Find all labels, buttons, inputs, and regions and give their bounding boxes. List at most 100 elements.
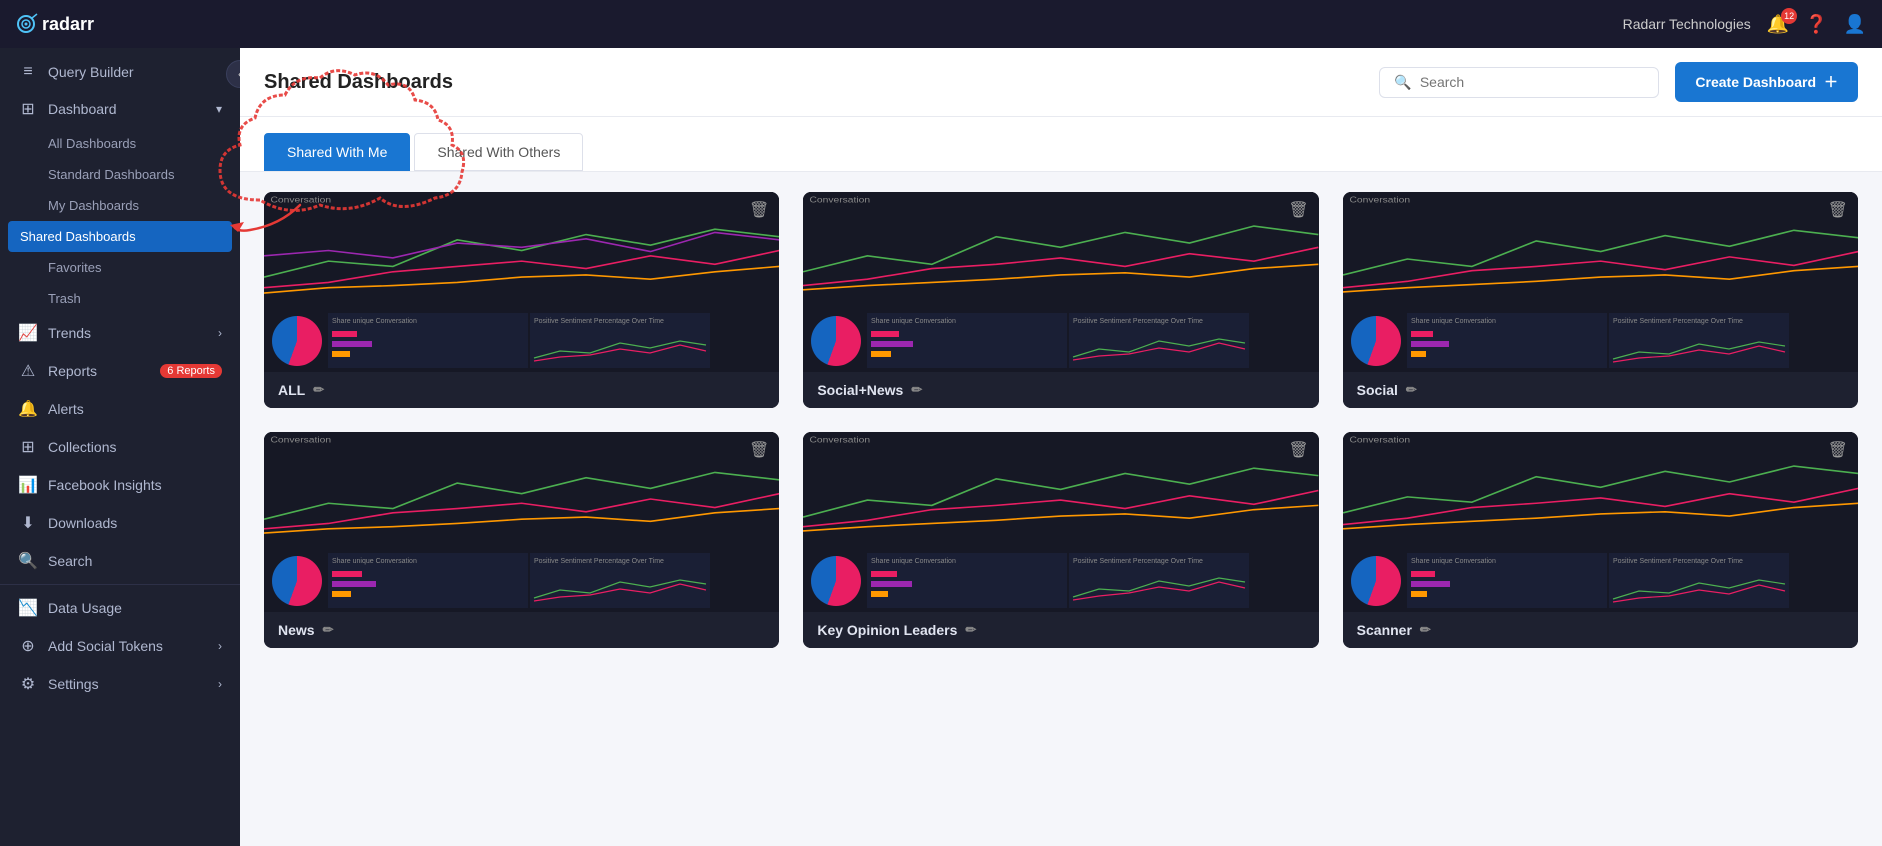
card-delete-news[interactable]: 🗑 xyxy=(749,440,769,460)
collections-icon: ⊞ xyxy=(18,437,38,457)
my-dashboards-label: My Dashboards xyxy=(48,198,139,213)
mini-bar-svg2-kol: Positive Sentiment Percentage Over Time xyxy=(1069,553,1249,608)
sidebar-sub-item-shared-dashboards[interactable]: Shared Dashboards xyxy=(8,221,232,252)
chart-lines-kol: Conversation xyxy=(803,432,1318,549)
sidebar: ‹ ≡ Query Builder ⊞ Dashboard ▾ All Dash… xyxy=(0,48,240,846)
edit-icon-news[interactable]: ✏ xyxy=(323,622,334,638)
dashboard-card-social-news[interactable]: 🗑 Conversation Share un xyxy=(803,192,1318,408)
add-social-tokens-arrow: › xyxy=(218,639,222,653)
sidebar-item-downloads[interactable]: ⬇ Downloads xyxy=(0,504,240,542)
edit-icon-social[interactable]: ✏ xyxy=(1406,382,1417,398)
layout: ‹ ≡ Query Builder ⊞ Dashboard ▾ All Dash… xyxy=(0,48,1882,846)
edit-icon-scanner[interactable]: ✏ xyxy=(1420,622,1431,638)
sidebar-item-reports[interactable]: ⚠ Reports 6 Reports xyxy=(0,352,240,390)
dashboard-arrow: ▾ xyxy=(216,102,222,116)
sidebar-item-trends[interactable]: 📈 Trends › xyxy=(0,314,240,352)
mini-bar-svg-social-news: Share unique Conversation xyxy=(867,313,1067,368)
sidebar-sub-item-all-dashboards[interactable]: All Dashboards xyxy=(0,128,240,159)
mini-pie-kol xyxy=(811,556,861,606)
standard-dashboards-label: Standard Dashboards xyxy=(48,167,174,182)
dashboard-card-scanner[interactable]: 🗑 Conversation Share un xyxy=(1343,432,1858,648)
chart-lines-scanner: Conversation xyxy=(1343,432,1858,549)
dashboard-card-kol[interactable]: 🗑 Conversation Share un xyxy=(803,432,1318,648)
card-label-scanner: Scanner ✏ xyxy=(1343,612,1858,648)
card-delete-kol[interactable]: 🗑 xyxy=(1288,440,1308,460)
card-label-social: Social ✏ xyxy=(1343,372,1858,408)
card-thumb-news: 🗑 Conversation Share un xyxy=(264,432,779,612)
mini-bar-svg2-all: Positive Sentiment Percentage Over Time xyxy=(530,313,710,368)
page-title: Shared Dashboards xyxy=(264,71,453,94)
dashboard-card-social[interactable]: 🗑 Conversation Share un xyxy=(1343,192,1858,408)
card-delete-scanner[interactable]: 🗑 xyxy=(1828,440,1848,460)
sidebar-item-label-data-usage: Data Usage xyxy=(48,600,122,616)
card-delete-social[interactable]: 🗑 xyxy=(1828,200,1848,220)
notification-badge: 12 xyxy=(1781,8,1797,24)
mini-pie-social-news xyxy=(811,316,861,366)
edit-icon-all[interactable]: ✏ xyxy=(313,382,324,398)
mini-pie-social xyxy=(1351,316,1401,366)
sidebar-sub-item-favorites[interactable]: Favorites xyxy=(0,252,240,283)
svg-text:Positive Sentiment Percentage: Positive Sentiment Percentage Over Time xyxy=(1073,558,1203,565)
dashboard-card-all[interactable]: 🗑 Conversation xyxy=(264,192,779,408)
svg-text:Positive Sentiment Percentage: Positive Sentiment Percentage Over Time xyxy=(1613,558,1743,565)
sidebar-sub-item-trash[interactable]: Trash xyxy=(0,283,240,314)
sidebar-item-alerts[interactable]: 🔔 Alerts xyxy=(0,390,240,428)
search-box[interactable]: 🔍 xyxy=(1379,67,1659,98)
svg-text:Share unique Conversation: Share unique Conversation xyxy=(332,558,417,565)
svg-text:Positive Sentiment Percentage: Positive Sentiment Percentage Over Time xyxy=(1613,318,1743,325)
tab-shared-with-me[interactable]: Shared With Me xyxy=(264,133,410,171)
tab-shared-with-others[interactable]: Shared With Others xyxy=(414,133,583,171)
edit-icon-social-news[interactable]: ✏ xyxy=(911,382,922,398)
card-title-social: Social xyxy=(1357,382,1398,398)
sidebar-item-label-query-builder: Query Builder xyxy=(48,64,134,80)
facebook-insights-icon: 📊 xyxy=(18,475,38,495)
query-builder-icon: ≡ xyxy=(18,63,38,81)
sidebar-item-label-reports: Reports xyxy=(48,363,97,379)
mini-bar-svg2-scanner: Positive Sentiment Percentage Over Time xyxy=(1609,553,1789,608)
sidebar-item-label-add-social-tokens: Add Social Tokens xyxy=(48,638,163,654)
svg-text:Share unique Conversation: Share unique Conversation xyxy=(1411,318,1496,325)
sidebar-item-facebook-insights[interactable]: 📊 Facebook Insights xyxy=(0,466,240,504)
notifications-icon[interactable]: 🔔 12 xyxy=(1767,14,1789,35)
search-nav-icon: 🔍 xyxy=(18,551,38,571)
edit-icon-kol[interactable]: ✏ xyxy=(965,622,976,638)
svg-text:radarr: radarr xyxy=(42,14,94,34)
main-header: Shared Dashboards 🔍 Create Dashboard ＋ xyxy=(240,48,1882,117)
settings-icon: ⚙ xyxy=(18,674,38,694)
sidebar-sub-item-standard-dashboards[interactable]: Standard Dashboards xyxy=(0,159,240,190)
sidebar-item-query-builder[interactable]: ≡ Query Builder xyxy=(0,54,240,90)
sidebar-item-add-social-tokens[interactable]: ⊕ Add Social Tokens › xyxy=(0,627,240,665)
trends-icon: 📈 xyxy=(18,323,38,343)
grid-area: 🗑 Conversation xyxy=(240,172,1882,846)
sidebar-item-search[interactable]: 🔍 Search xyxy=(0,542,240,580)
sidebar-item-label-collections: Collections xyxy=(48,439,116,455)
create-dashboard-label: Create Dashboard xyxy=(1695,74,1816,90)
dashboard-card-news[interactable]: 🗑 Conversation Share un xyxy=(264,432,779,648)
chart-lines-social: Conversation xyxy=(1343,192,1858,309)
sidebar-item-label-settings: Settings xyxy=(48,676,99,692)
sidebar-item-collections[interactable]: ⊞ Collections xyxy=(0,428,240,466)
card-title-scanner: Scanner xyxy=(1357,622,1412,638)
user-avatar[interactable]: 👤 xyxy=(1844,14,1866,35)
card-thumb-all: 🗑 Conversation xyxy=(264,192,779,372)
sidebar-item-settings[interactable]: ⚙ Settings › xyxy=(0,665,240,703)
reports-icon: ⚠ xyxy=(18,361,38,381)
chart-lines-news: Conversation xyxy=(264,432,779,549)
tab-bar: Shared With Me Shared With Others xyxy=(240,117,1882,172)
card-delete-social-news[interactable]: 🗑 xyxy=(1288,200,1308,220)
favorites-label: Favorites xyxy=(48,260,101,275)
svg-text:Conversation: Conversation xyxy=(1349,195,1410,205)
sidebar-item-dashboard[interactable]: ⊞ Dashboard ▾ xyxy=(0,90,240,128)
alerts-icon: 🔔 xyxy=(18,399,38,419)
sidebar-sub-item-my-dashboards[interactable]: My Dashboards xyxy=(0,190,240,221)
search-input[interactable] xyxy=(1420,74,1645,90)
card-delete-all[interactable]: 🗑 xyxy=(749,200,769,220)
svg-text:Positive Sentiment Percentage: Positive Sentiment Percentage Over Time xyxy=(1073,318,1203,325)
sidebar-item-data-usage[interactable]: 📉 Data Usage xyxy=(0,589,240,627)
mini-bottom-scanner: Share unique Conversation Positive Senti… xyxy=(1343,549,1858,612)
help-icon[interactable]: ❓ xyxy=(1805,14,1827,35)
mini-bottom-kol: Share unique Conversation Positive Senti… xyxy=(803,549,1318,612)
sidebar-item-label-alerts: Alerts xyxy=(48,401,84,417)
card-thumb-social-news: 🗑 Conversation Share un xyxy=(803,192,1318,372)
create-dashboard-button[interactable]: Create Dashboard ＋ xyxy=(1675,62,1858,102)
